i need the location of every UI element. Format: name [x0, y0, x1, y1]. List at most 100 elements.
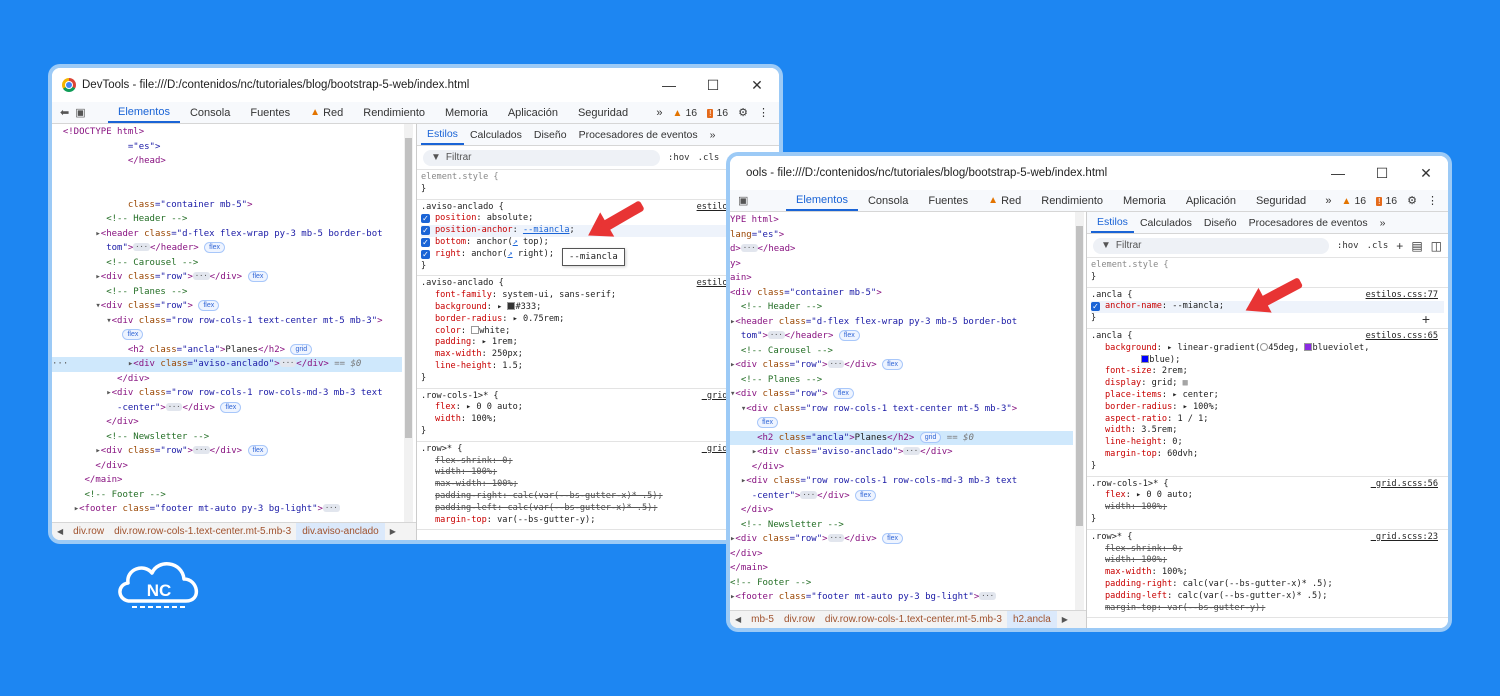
settings-gear-icon[interactable]: ⚙ — [738, 106, 748, 119]
errors-counter[interactable]: ! 16 — [1376, 195, 1397, 207]
tab-diseno[interactable]: Diseño — [528, 124, 573, 145]
dom-line[interactable]: ▾<div class="row row-cols-1 text-center … — [52, 314, 402, 329]
dom-tree[interactable]: YPE html> lang="es"> d> ··· </head> y> ain… — [730, 212, 1073, 610]
tab-elementos[interactable]: Elementos — [786, 190, 858, 211]
dom-line[interactable]: <!-- Carousel --> — [52, 256, 402, 271]
close-button[interactable]: ✕ — [735, 68, 779, 102]
dom-line[interactable]: <!-- Carousel --> — [730, 344, 1073, 359]
css-rule[interactable]: .row-cols-1>* {_grid.scss:56 flex: ▸ 0 0… — [1087, 477, 1448, 530]
tab-fuentes[interactable]: Fuentes — [240, 102, 300, 123]
tab-memoria[interactable]: Memoria — [1113, 190, 1176, 211]
close-button[interactable]: ✕ — [1404, 156, 1448, 190]
dom-line[interactable]: flex — [52, 328, 402, 343]
crumb-item[interactable]: div.row.row-cols-1.text-center.mt-5.mb-3 — [109, 526, 296, 537]
dom-line[interactable]: ▸<div class="row"> ··· </div> flex — [52, 444, 402, 459]
inspect-icon[interactable]: ⬅ — [60, 106, 69, 119]
dom-line[interactable]: </div> — [52, 415, 402, 430]
more-tabs-icon[interactable]: » — [656, 107, 662, 119]
dom-line[interactable]: ▸<div class="row"> ··· </div> flex — [730, 532, 1073, 547]
tab-elementos[interactable]: Elementos — [108, 102, 180, 123]
dom-line[interactable] — [52, 169, 402, 184]
sidebar-toggle-icon[interactable]: ◫ — [1431, 239, 1442, 253]
hov-toggle[interactable]: :hov — [668, 153, 690, 163]
css-rule[interactable]: .row-cols-1>* {_grid.scss:56 flex: ▸ 0 0… — [417, 389, 779, 442]
paint-icon[interactable]: ▤ — [1411, 239, 1422, 253]
dom-line[interactable]: ="es"> — [52, 140, 402, 155]
crumb-left-icon[interactable]: ◀ — [52, 527, 68, 536]
warnings-counter[interactable]: ▲ 16 — [672, 107, 697, 119]
new-rule-icon[interactable]: + — [1396, 239, 1403, 253]
dom-line[interactable]: <!-- Newsletter --> — [730, 518, 1073, 533]
cls-toggle[interactable]: .cls — [1367, 241, 1389, 251]
tab-estilos[interactable]: Estilos — [421, 124, 464, 145]
tab-procesadores[interactable]: Procesadores de eventos — [1243, 212, 1374, 233]
dom-line[interactable]: <div class="container mb-5"> — [730, 286, 1073, 301]
dom-line[interactable]: flex — [730, 416, 1073, 431]
dom-line[interactable]: ▸<header class="d-flex flex-wrap py-3 mb… — [730, 315, 1073, 330]
crumb-right-icon[interactable]: ▶ — [385, 527, 401, 536]
crumb-item-current[interactable]: div.aviso-anclado — [296, 523, 385, 540]
tab-diseno[interactable]: Diseño — [1198, 212, 1243, 233]
cls-toggle[interactable]: .cls — [698, 153, 720, 163]
dom-line[interactable]: <!-- Footer --> — [52, 488, 402, 503]
tab-seguridad[interactable]: Seguridad — [568, 102, 638, 123]
tab-procesadores[interactable]: Procesadores de eventos — [573, 124, 704, 145]
tab-memoria[interactable]: Memoria — [435, 102, 498, 123]
dom-line[interactable]: ▸<div class="row row-cols-1 row-cols-md-… — [52, 386, 402, 401]
tab-consola[interactable]: Consola — [858, 190, 918, 211]
dom-line[interactable]: </main> — [52, 473, 402, 488]
dom-line[interactable]: <h2 class="ancla">Planes</h2> grid — [52, 343, 402, 358]
tab-red[interactable]: ▲ Red — [978, 190, 1031, 211]
device-toggle-icon[interactable]: ▣ — [75, 106, 85, 119]
dom-line[interactable]: tom"> ··· </header> flex — [730, 329, 1073, 344]
dom-line-selected[interactable]: <h2 class="ancla">Planes</h2> grid == $0 — [730, 430, 1073, 445]
dom-line[interactable]: ▾<div class="row"> flex — [52, 299, 402, 314]
dom-line[interactable]: ▸<header class="d-flex flex-wrap py-3 mb… — [52, 227, 402, 242]
settings-gear-icon[interactable]: ⚙ — [1407, 194, 1417, 207]
css-rule[interactable]: .aviso-anclado {estilos.css:81 font-fami… — [417, 276, 779, 389]
dom-line[interactable]: YPE html> — [730, 213, 1073, 228]
css-rule[interactable]: element.style { } — [417, 170, 779, 200]
tab-rendimiento[interactable]: Rendimiento — [1031, 190, 1113, 211]
tab-red[interactable]: ▲ Red — [300, 102, 353, 123]
css-rule[interactable]: .ancla {estilos.css:65 background: ▸ lin… — [1087, 329, 1448, 477]
crumb-item[interactable]: div.row — [68, 526, 109, 537]
dom-scrollbar[interactable] — [1075, 212, 1084, 610]
device-toggle-icon[interactable]: ▣ — [738, 194, 748, 207]
dom-line[interactable]: y> — [730, 257, 1073, 272]
dom-tree[interactable]: <!DOCTYPE html> ="es"> </head> class="co… — [52, 124, 402, 522]
more-tabs-icon[interactable]: » — [1374, 212, 1392, 233]
maximize-button[interactable]: ☐ — [691, 68, 735, 102]
more-tabs-icon[interactable]: » — [1325, 195, 1331, 207]
minimize-button[interactable]: — — [647, 68, 691, 102]
more-tabs-icon[interactable]: » — [704, 124, 722, 145]
dom-line[interactable]: <!-- Header --> — [730, 300, 1073, 315]
tab-aplicacion[interactable]: Aplicación — [498, 102, 568, 123]
crumb-item-current[interactable]: h2.ancla — [1006, 611, 1057, 628]
errors-counter[interactable]: ! 16 — [707, 107, 728, 119]
minimize-button[interactable]: — — [1316, 156, 1360, 190]
css-rule[interactable]: .row>* {_grid.scss:23 flex-shrink: 0; wi… — [1087, 530, 1448, 619]
warnings-counter[interactable]: ▲ 16 — [1341, 195, 1366, 207]
tab-calculados[interactable]: Calculados — [464, 124, 528, 145]
dom-line[interactable]: </head> — [52, 154, 402, 169]
dom-line[interactable]: </div> — [730, 547, 1073, 562]
tab-rendimiento[interactable]: Rendimiento — [353, 102, 435, 123]
crumb-left-icon[interactable]: ◀ — [730, 615, 746, 624]
filter-input[interactable]: ▼ Filtrar — [423, 149, 660, 166]
dom-line[interactable]: <!-- Planes --> — [52, 285, 402, 300]
dom-line[interactable]: ▸<div class="row"> ··· </div> flex — [52, 270, 402, 285]
dom-line[interactable]: </div> — [52, 372, 402, 387]
dom-line[interactable]: -center"> ··· </div> flex — [52, 401, 402, 416]
crumb-item[interactable]: div.row — [779, 614, 820, 625]
more-menu-icon[interactable]: ⋮ — [758, 106, 769, 119]
crumb-item[interactable]: mb-5 — [746, 614, 779, 625]
dom-line[interactable]: ▸<div class="aviso-anclado"> ··· </div> — [730, 445, 1073, 460]
dom-line[interactable]: <!-- Planes --> — [730, 373, 1073, 388]
dom-line[interactable]: ▸<footer class="footer mt-auto py-3 bg-l… — [52, 502, 402, 517]
tab-fuentes[interactable]: Fuentes — [918, 190, 978, 211]
dom-line[interactable]: ain> — [730, 271, 1073, 286]
hov-toggle[interactable]: :hov — [1337, 241, 1359, 251]
dom-line[interactable]: ▾<div class="row"> flex — [730, 387, 1073, 402]
tab-consola[interactable]: Consola — [180, 102, 240, 123]
